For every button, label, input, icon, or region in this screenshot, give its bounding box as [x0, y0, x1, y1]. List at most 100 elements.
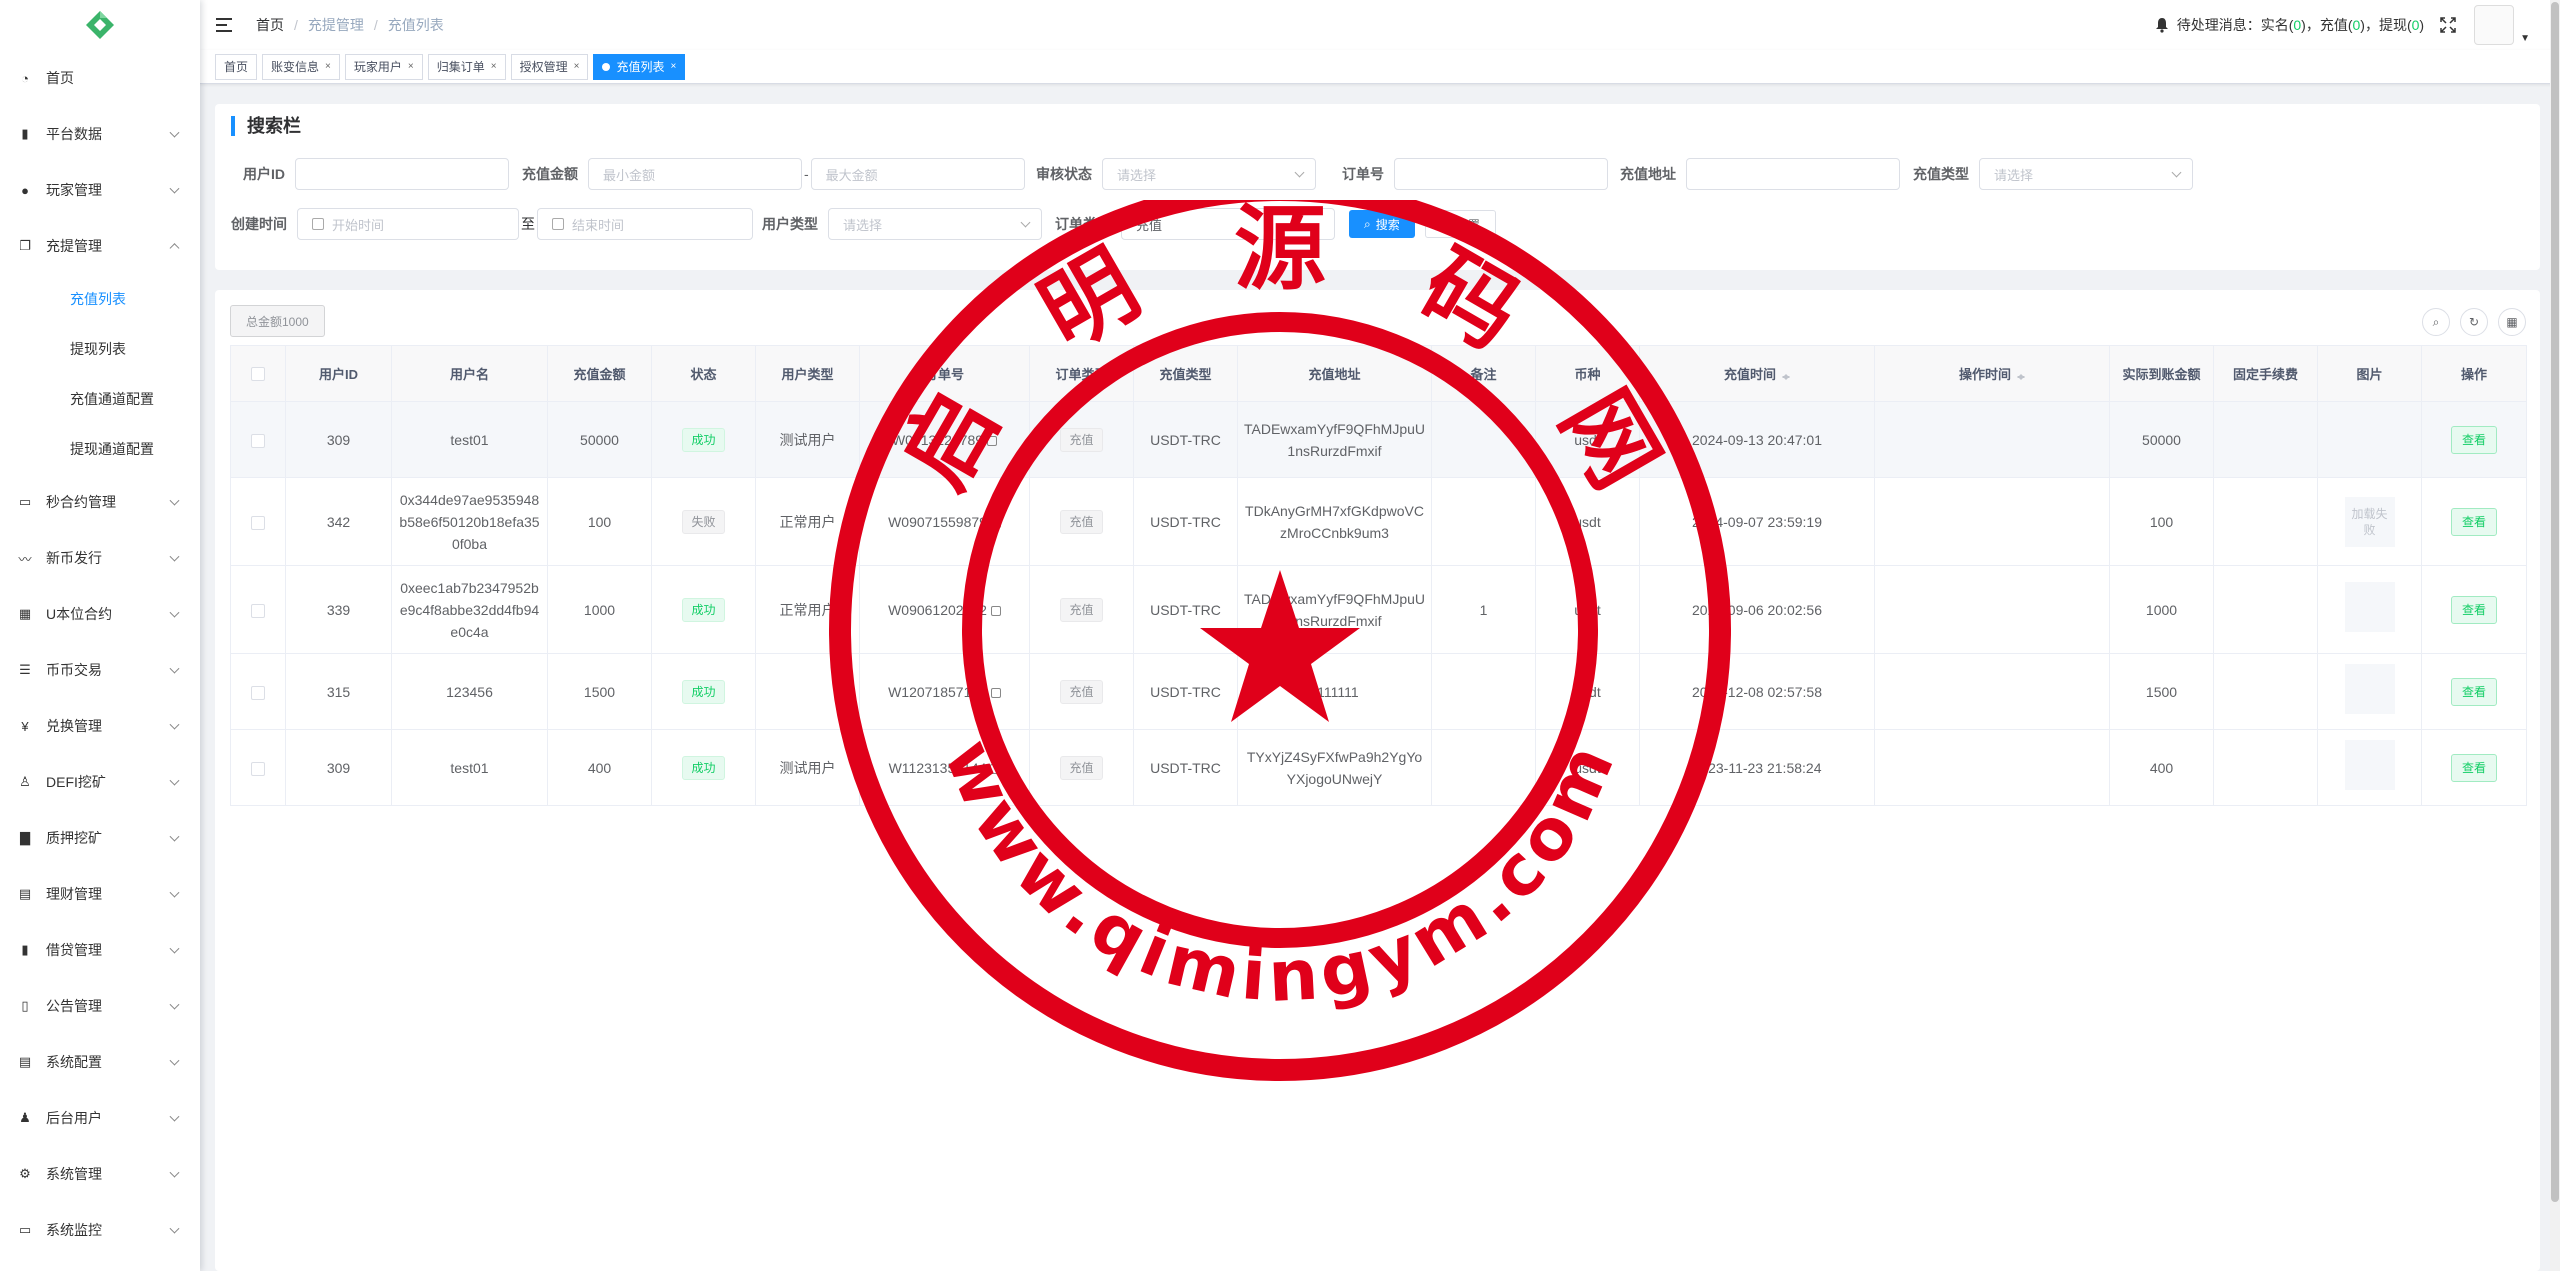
sidebar-item-13[interactable]: ▯ 公告管理	[0, 978, 200, 1034]
sidebar-subitem-0[interactable]: 充值列表	[0, 274, 200, 324]
tag-authorization[interactable]: 授权管理 ×	[510, 53, 589, 80]
breadcrumb-home[interactable]: 首页	[256, 15, 284, 35]
sidebar-subitem-3[interactable]: 提现通道配置	[0, 424, 200, 474]
search-button[interactable]: ⌕ 搜索	[1349, 210, 1415, 238]
order-type-select[interactable]: 充值	[1121, 208, 1335, 240]
address-input[interactable]	[1686, 158, 1900, 190]
column-header-label: 图片	[2356, 367, 2383, 382]
image-load-failed[interactable]: 加载失败	[2344, 496, 2395, 547]
sidebar-item-9[interactable]: ♙ DEFI挖矿	[0, 754, 200, 810]
realname-count[interactable]: 0	[2293, 17, 2301, 33]
search-toggle-button[interactable]: ⌕	[2422, 308, 2450, 336]
sidebar-item-label: 首页	[46, 70, 74, 86]
sidebar-item-1[interactable]: ▮ 平台数据	[0, 106, 200, 162]
page-scrollbar[interactable]	[2550, 0, 2560, 1271]
sidebar-subitem-1[interactable]: 提现列表	[0, 324, 200, 374]
chevron-down-icon	[169, 495, 180, 506]
image-thumbnail[interactable]	[2344, 663, 2395, 714]
bell-icon[interactable]	[2155, 17, 2169, 33]
reset-button[interactable]: ↻ 重置	[1424, 210, 1496, 238]
sidebar-item-8[interactable]: ¥ 兑换管理	[0, 698, 200, 754]
row-checkbox[interactable]	[251, 685, 265, 700]
withdraw-count[interactable]: 0	[2412, 17, 2420, 33]
audit-status-select[interactable]: 请选择	[1102, 158, 1316, 190]
order-no-input[interactable]	[1394, 158, 1608, 190]
min-amount-input[interactable]: 最小金额	[588, 158, 802, 190]
close-icon[interactable]: ×	[491, 55, 497, 79]
avatar[interactable]	[2474, 5, 2515, 45]
end-time-input[interactable]: 结束时间	[537, 208, 753, 240]
hamburger-icon[interactable]	[216, 18, 232, 32]
tag-home[interactable]: 首页	[215, 53, 258, 80]
image-thumbnail[interactable]	[2344, 739, 2395, 790]
column-header[interactable]	[230, 345, 286, 402]
fullscreen-icon[interactable]	[2440, 17, 2456, 33]
tag-recharge-list[interactable]: 充值列表 ×	[593, 53, 686, 80]
copy-icon[interactable]	[990, 687, 1001, 698]
sidebar-item-11[interactable]: ▤ 理财管理	[0, 866, 200, 922]
copy-icon[interactable]	[990, 763, 1001, 774]
sidebar-item-16[interactable]: ⚙ 系统管理	[0, 1146, 200, 1202]
image-thumbnail[interactable]	[2344, 581, 2395, 632]
sort-icon[interactable]	[1782, 370, 1790, 382]
sidebar-item-15[interactable]: ♟ 后台用户	[0, 1090, 200, 1146]
view-button[interactable]: 查看	[2450, 595, 2497, 624]
uid-text: 342	[326, 513, 351, 530]
table-row[interactable]: 309 test01 400 成功 测试用户 W11231358144 充值 USDT-TRC…	[230, 729, 2527, 806]
table-row[interactable]: 342 0x344de97ae9535948b58e6f50120b18efa35…	[230, 477, 2527, 566]
select-all-checkbox[interactable]	[251, 367, 265, 382]
sidebar-item-17[interactable]: ▭ 系统监控	[0, 1202, 200, 1258]
columns-button[interactable]: ▦	[2498, 308, 2526, 336]
sidebar-item-3[interactable]: ❐ 充提管理	[0, 218, 200, 274]
user-id-input[interactable]	[295, 158, 509, 190]
copy-icon[interactable]	[990, 517, 1001, 528]
tag-player-users[interactable]: 玩家用户 ×	[344, 53, 423, 80]
close-icon[interactable]: ×	[574, 55, 580, 79]
breadcrumb-recharge-withdraw[interactable]: 充提管理	[308, 15, 364, 35]
refresh-button[interactable]: ↻	[2460, 308, 2488, 336]
copy-icon[interactable]	[990, 605, 1001, 616]
view-button[interactable]: 查看	[2450, 753, 2497, 782]
start-time-input[interactable]: 开始时间	[297, 208, 519, 240]
breadcrumb-current: 充值列表	[387, 17, 444, 33]
table-row[interactable]: 309 test01 50000 成功 测试用户 W0913124789 充值 USDT-TR…	[230, 401, 2527, 478]
row-checkbox[interactable]	[251, 433, 265, 448]
tag-collection-orders[interactable]: 归集订单 ×	[427, 53, 506, 80]
recharge-type-select[interactable]: 请选择	[1979, 158, 2193, 190]
copy-icon[interactable]	[987, 435, 998, 446]
sidebar-item-4[interactable]: ▭ 秒合约管理	[0, 474, 200, 530]
column-header: 实际到账金额	[2109, 345, 2214, 402]
view-button[interactable]: 查看	[2450, 507, 2497, 536]
sidebar-item-5[interactable]: 〰新币发行	[0, 530, 200, 586]
sidebar-item-0[interactable]: ◔ 首页	[0, 50, 200, 106]
sidebar-item-10[interactable]: ▇ 质押挖矿	[0, 810, 200, 866]
column-header[interactable]: 操作时间	[1874, 345, 2110, 402]
recharge-count[interactable]: 0	[2353, 17, 2361, 33]
row-checkbox[interactable]	[251, 761, 265, 776]
view-button[interactable]: 查看	[2450, 425, 2497, 454]
chevron-down-icon	[169, 551, 180, 562]
caret-down-icon[interactable]: ▼	[2520, 33, 2530, 44]
max-amount-input[interactable]: 最大金额	[810, 158, 1025, 190]
sidebar-item-2[interactable]: ● 玩家管理	[0, 162, 200, 218]
close-icon[interactable]: ×	[325, 55, 331, 79]
table-row[interactable]: 339 0xeec1ab7b2347952be9c4f8abbe32dd4fb94…	[230, 565, 2527, 654]
total-amount-button[interactable]: 总金额1000	[230, 305, 325, 337]
scrollbar-thumb[interactable]	[2551, 2, 2559, 1202]
sidebar-item-6[interactable]: ▦ U本位合约	[0, 586, 200, 642]
table-row[interactable]: 315 123456 1500 成功 W12071857130 充值 USDT-TRC 111…	[230, 653, 2527, 730]
sidebar-item-12[interactable]: ▮ 借贷管理	[0, 922, 200, 978]
sidebar-item-14[interactable]: ▤ 系统配置	[0, 1034, 200, 1090]
sidebar-item-7[interactable]: ☰ 币币交易	[0, 642, 200, 698]
sort-icon[interactable]	[2017, 370, 2025, 382]
row-checkbox[interactable]	[251, 515, 265, 530]
close-icon[interactable]: ×	[670, 55, 676, 79]
close-icon[interactable]: ×	[408, 55, 414, 79]
view-button[interactable]: 查看	[2450, 677, 2497, 706]
logo[interactable]	[0, 0, 200, 50]
tag-balance-change[interactable]: 账变信息 ×	[262, 53, 340, 80]
sidebar-subitem-2[interactable]: 充值通道配置	[0, 374, 200, 424]
column-header[interactable]: 充值时间	[1639, 345, 1875, 402]
row-checkbox[interactable]	[251, 603, 265, 618]
user-type-select[interactable]: 请选择	[828, 208, 1042, 240]
